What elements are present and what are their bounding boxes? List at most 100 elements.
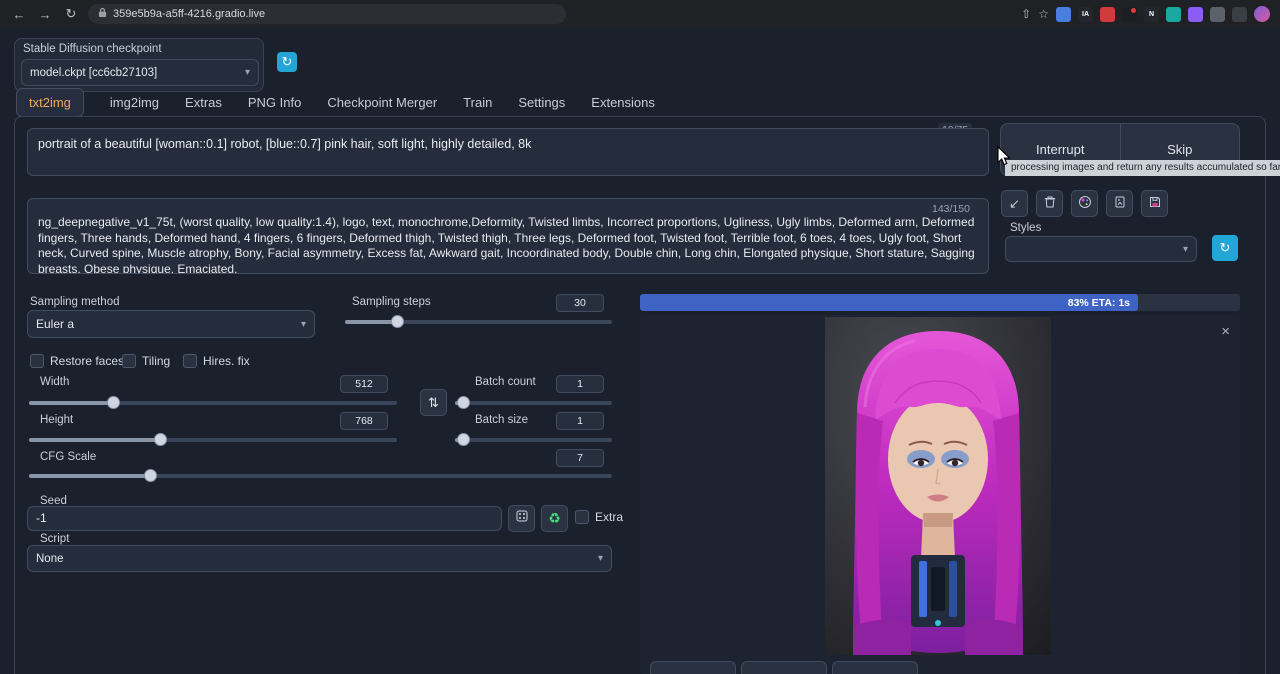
- paste-icon: ↙: [1009, 196, 1020, 212]
- sampling-method-value: Euler a: [36, 317, 74, 331]
- styles-dropdown[interactable]: ▾: [1005, 236, 1197, 262]
- chevron-down-icon: ▾: [1183, 244, 1188, 255]
- extension-icon-3[interactable]: [1100, 7, 1115, 22]
- sampling-steps-label: Sampling steps: [352, 296, 431, 308]
- checkpoint-dropdown[interactable]: model.ckpt [cc6cb27103] ▾: [21, 59, 259, 86]
- lock-icon: [98, 5, 107, 23]
- address-bar[interactable]: 359e5b9a-a5ff-4216.gradio.live: [88, 4, 566, 24]
- sampling-method-label: Sampling method: [30, 296, 120, 308]
- width-input[interactable]: 512: [340, 375, 388, 393]
- puzzle-extensions-icon[interactable]: [1210, 7, 1225, 22]
- tab-extras[interactable]: Extras: [185, 89, 222, 116]
- checkpoint-panel: Stable Diffusion checkpoint model.ckpt […: [14, 38, 264, 92]
- seed-extra-option[interactable]: Extra: [575, 510, 623, 524]
- width-label: Width: [40, 376, 69, 388]
- extension-icon-1[interactable]: [1056, 7, 1071, 22]
- restore-faces-option[interactable]: Restore faces: [30, 354, 124, 368]
- generation-progress-bar: 83% ETA: 1s: [640, 294, 1240, 311]
- extension-icon-5[interactable]: N: [1144, 7, 1159, 22]
- height-slider[interactable]: [29, 433, 397, 446]
- batch-size-slider[interactable]: [455, 433, 612, 446]
- tab-png-info[interactable]: PNG Info: [248, 89, 301, 116]
- paste-params-button[interactable]: ↙: [1001, 190, 1028, 217]
- chevron-down-icon: ▾: [598, 553, 603, 564]
- sampling-method-dropdown[interactable]: Euler a ▾: [27, 310, 315, 338]
- restore-faces-label: Restore faces: [50, 354, 124, 368]
- seed-extra-checkbox[interactable]: [575, 510, 589, 524]
- close-preview-icon[interactable]: ×: [1221, 323, 1230, 340]
- hires-fix-checkbox[interactable]: [183, 354, 197, 368]
- sampling-steps-slider[interactable]: [345, 315, 612, 328]
- sampling-steps-input[interactable]: 30: [556, 294, 604, 312]
- save-style-button[interactable]: [1141, 190, 1168, 217]
- styles-refresh-button[interactable]: ↻: [1212, 235, 1238, 261]
- batch-size-label: Batch size: [475, 414, 528, 426]
- output-action-button-3[interactable]: [832, 661, 918, 674]
- seed-value: -1: [36, 511, 47, 525]
- output-action-button-2[interactable]: [741, 661, 827, 674]
- seed-input[interactable]: -1: [27, 506, 502, 531]
- negative-token-counter: 143/150: [928, 202, 974, 216]
- cfg-scale-slider[interactable]: [29, 469, 612, 482]
- negative-prompt-text: ng_deepnegative_v1_75t, (worst quality, …: [38, 215, 975, 274]
- tab-extensions[interactable]: Extensions: [591, 89, 655, 116]
- mouse-cursor: [995, 146, 1015, 173]
- checkpoint-label: Stable Diffusion checkpoint: [23, 43, 162, 55]
- batch-size-input[interactable]: 1: [556, 412, 604, 430]
- share-icon[interactable]: ⇧: [1021, 7, 1031, 21]
- restore-faces-checkbox[interactable]: [30, 354, 44, 368]
- extension-icon-4[interactable]: [1122, 7, 1137, 22]
- screen: ← → ↻ 359e5b9a-a5ff-4216.gradio.live ⇧ ☆…: [0, 0, 1280, 674]
- extension-icon-6[interactable]: [1166, 7, 1181, 22]
- height-label: Height: [40, 414, 73, 426]
- extension-icon-7[interactable]: [1188, 7, 1203, 22]
- seed-extra-label: Extra: [595, 510, 623, 524]
- random-seed-button[interactable]: [508, 505, 535, 532]
- checkpoint-refresh-button[interactable]: ↻: [277, 52, 297, 72]
- chevron-down-icon: ▾: [245, 67, 250, 78]
- tab-img2img[interactable]: img2img: [110, 89, 159, 116]
- checkpoint-value: model.ckpt [cc6cb27103]: [30, 67, 157, 79]
- forward-icon[interactable]: →: [36, 7, 54, 22]
- extension-icon-2[interactable]: IA: [1078, 7, 1093, 22]
- recycle-icon: ♻: [548, 510, 561, 527]
- width-slider[interactable]: [29, 396, 397, 409]
- progress-fill: 83% ETA: 1s: [640, 294, 1138, 311]
- height-input[interactable]: 768: [340, 412, 388, 430]
- batch-count-slider[interactable]: [455, 396, 612, 409]
- tiling-checkbox[interactable]: [122, 354, 136, 368]
- tiling-option[interactable]: Tiling: [122, 354, 170, 368]
- clear-prompt-button[interactable]: [1036, 190, 1063, 217]
- script-dropdown[interactable]: None ▾: [27, 545, 612, 572]
- reuse-seed-button[interactable]: ♻: [541, 505, 568, 532]
- tab-txt2img[interactable]: txt2img: [16, 88, 84, 117]
- tab-checkpoint-merger[interactable]: Checkpoint Merger: [327, 89, 437, 116]
- dice-icon: [515, 509, 529, 528]
- prompt-textarea[interactable]: portrait of a beautiful [woman::0.1] rob…: [27, 128, 989, 176]
- prompt-text: portrait of a beautiful [woman::0.1] rob…: [38, 137, 531, 151]
- script-label: Script: [40, 533, 69, 545]
- bookmark-star-icon[interactable]: ☆: [1038, 7, 1049, 21]
- tab-train[interactable]: Train: [463, 89, 492, 116]
- negative-prompt-textarea[interactable]: ng_deepnegative_v1_75t, (worst quality, …: [27, 198, 989, 274]
- output-action-button-1[interactable]: [650, 661, 736, 674]
- back-icon[interactable]: ←: [10, 7, 28, 22]
- reload-icon[interactable]: ↻: [62, 6, 80, 22]
- clipboard-icon: [1113, 195, 1127, 212]
- apply-styles-button[interactable]: [1106, 190, 1133, 217]
- tiling-label: Tiling: [142, 354, 170, 368]
- cfg-scale-label: CFG Scale: [40, 451, 96, 463]
- chevron-down-icon: ▾: [301, 319, 306, 330]
- generated-image[interactable]: [825, 317, 1051, 655]
- progress-text: 83% ETA: 1s: [1068, 297, 1130, 309]
- floppy-disk-icon: [1148, 195, 1162, 212]
- extra-networks-button[interactable]: [1071, 190, 1098, 217]
- swap-dimensions-button[interactable]: ⇅: [420, 389, 447, 416]
- hires-fix-option[interactable]: Hires. fix: [183, 354, 250, 368]
- profile-avatar[interactable]: [1254, 6, 1270, 22]
- side-panel-icon[interactable]: [1232, 7, 1247, 22]
- batch-count-input[interactable]: 1: [556, 375, 604, 393]
- tab-settings[interactable]: Settings: [518, 89, 565, 116]
- cfg-scale-input[interactable]: 7: [556, 449, 604, 467]
- browser-actions: ⇧ ☆ IA N: [1021, 6, 1270, 22]
